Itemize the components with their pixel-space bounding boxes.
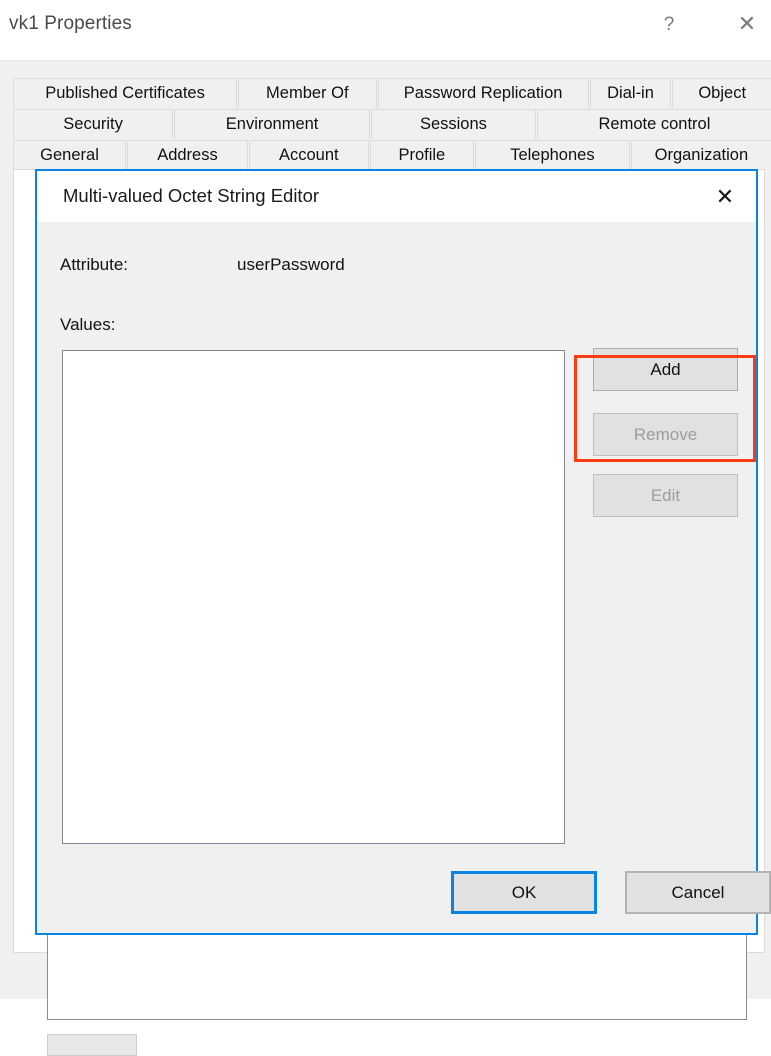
tab-row-2: Security Environment Sessions Remote con… [13,109,771,139]
tab-strip: Published Certificates Member Of Passwor… [13,78,771,170]
multi-valued-octet-string-editor-dialog: Multi-valued Octet String Editor ✕ Attri… [35,169,771,935]
remove-button: Remove [593,413,738,456]
close-icon[interactable]: ✕ [724,6,770,42]
tab-address[interactable]: Address [127,140,248,170]
tab-row-3: General Address Account Profile Telephon… [13,140,771,170]
tab-account[interactable]: Account [248,140,369,170]
tab-environment[interactable]: Environment [174,109,370,139]
tab-object[interactable]: Object [672,78,771,108]
cancel-button[interactable]: Cancel [625,871,771,914]
dialog-titlebar: Multi-valued Octet String Editor ✕ [37,171,756,222]
edit-button: Edit [593,474,738,517]
attribute-label: Attribute: [60,255,129,274]
tab-profile[interactable]: Profile [369,140,474,170]
add-button[interactable]: Add [593,348,738,391]
help-icon[interactable]: ? [646,6,692,42]
values-listbox[interactable] [62,350,565,844]
tab-sessions[interactable]: Sessions [370,109,536,139]
page-title: vk1 Properties [9,13,132,34]
ok-button[interactable]: OK [451,871,597,914]
tab-organization[interactable]: Organization [630,140,771,170]
dialog-body: Attribute: userPassword Values: Add Remo… [37,222,771,933]
properties-titlebar: vk1 Properties ? ✕ [0,0,771,60]
values-label: Values: [60,315,116,334]
tab-published-certificates[interactable]: Published Certificates [13,78,238,108]
tab-security[interactable]: Security [13,109,174,139]
dialog-title: Multi-valued Octet String Editor [63,185,320,206]
tab-telephones[interactable]: Telephones [475,140,630,170]
tab-member-of[interactable]: Member Of [238,78,377,108]
tab-general[interactable]: General [13,140,127,170]
background-scrollbar-thumb[interactable] [47,1034,137,1056]
close-icon[interactable]: ✕ [694,171,756,222]
tab-row-1: Published Certificates Member Of Passwor… [13,78,771,108]
tab-password-replication[interactable]: Password Replication [377,78,589,108]
attribute-value: userPassword [237,255,345,274]
tab-dial-in[interactable]: Dial-in [589,78,672,108]
tab-remote-control[interactable]: Remote control [536,109,771,139]
